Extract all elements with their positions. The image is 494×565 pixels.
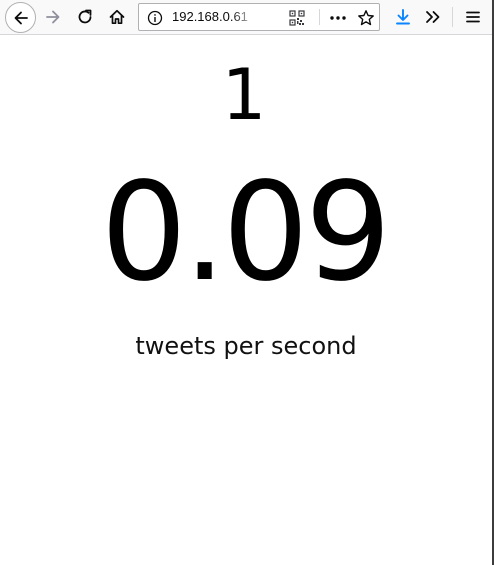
url-text[interactable]: 192.168.0.61 [172,4,257,30]
more-icon[interactable] [329,10,347,26]
forward-button[interactable] [40,4,66,30]
back-arrow-icon [14,11,28,24]
overflow-icon [426,11,440,23]
navigation-toolbar: 192.168.0.61 [0,0,492,35]
overflow-menu-button[interactable] [420,4,446,30]
page-content: 1 0.09 tweets per second [0,35,492,565]
hamburger-menu-icon [466,11,480,23]
star-icon[interactable] [357,9,375,27]
reload-button[interactable] [72,4,98,30]
browser-window: 192.168.0.61 1 0.09 tweets per second [0,0,494,565]
info-icon[interactable] [147,10,163,26]
toolbar-divider [452,7,453,27]
reload-icon [78,9,92,24]
address-bar-divider [319,9,320,25]
home-icon [109,9,125,25]
home-button[interactable] [104,4,130,30]
back-button[interactable] [5,2,36,33]
tweet-count: 1 [221,54,267,136]
qr-code-icon[interactable] [289,10,305,26]
downloads-button[interactable] [390,4,416,30]
forward-arrow-icon [46,10,60,24]
main-menu-button[interactable] [460,4,486,30]
tweet-rate-label: tweets per second [135,332,357,360]
tweet-rate-value: 0.09 [100,154,392,312]
download-icon [396,9,410,25]
address-bar[interactable]: 192.168.0.61 [138,3,380,31]
